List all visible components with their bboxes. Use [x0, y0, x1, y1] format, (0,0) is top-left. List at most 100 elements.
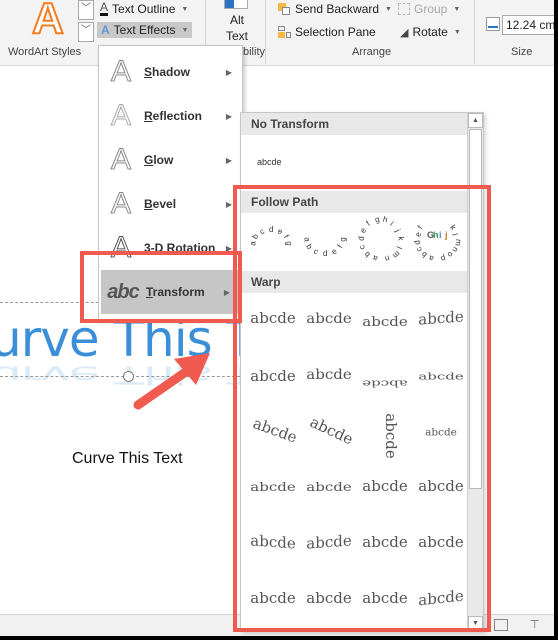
text-outline-button[interactable]: A Text Outline ▼ [100, 1, 188, 16]
warp-option[interactable]: abcde [301, 589, 357, 619]
warp-option[interactable]: abcde [370, 408, 400, 464]
path-letter: c [258, 226, 266, 237]
text-effects-icon: A [101, 23, 110, 37]
wordart-styles-group-label: WordArt Styles [8, 46, 82, 58]
warp-option[interactable]: abcde [245, 531, 301, 565]
path-letter: g [338, 237, 348, 242]
accessibility-group-label: bility [243, 46, 266, 58]
ribbon: A ﹀ ﹀ WordArt Styles A Text Outline ▼ A … [0, 0, 554, 66]
size-group-label: Size [511, 46, 533, 58]
follow-path-option-arch[interactable]: abcdefg [247, 217, 297, 267]
warp-option[interactable]: abcde [245, 480, 301, 504]
warp-option[interactable]: abcde [413, 533, 469, 563]
follow-path-option-button[interactable]: abcdefGhijklmnop [413, 213, 463, 263]
warp-heading: Warp [241, 271, 467, 293]
warp-option[interactable]: abcde [245, 367, 301, 397]
selection-pane-icon [278, 25, 291, 39]
ribbon-separator [265, 0, 266, 64]
text-effects-button[interactable]: A Text Effects ▼ [97, 22, 193, 38]
scroll-down-button[interactable]: ▼ [468, 616, 483, 631]
alt-text-label-line2: Text [226, 29, 249, 43]
send-backward-button[interactable]: Send Backward ▼ [278, 2, 392, 16]
warp-option[interactable]: abcde [301, 480, 357, 504]
path-letter: c [357, 243, 368, 251]
slide-subtitle[interactable]: Curve This Text [72, 450, 183, 468]
follow-path-option-wave-down[interactable]: abcdefg [301, 217, 351, 267]
send-backward-icon [278, 3, 291, 15]
path-letter: e [276, 226, 285, 237]
group-button[interactable]: Group ▼ [398, 2, 460, 16]
path-letter: f [364, 219, 372, 228]
wordart-style-sample[interactable]: A [31, 0, 65, 44]
menu-item-3d-rotation[interactable]: A 3-D Rotation ▶ [99, 226, 242, 270]
menu-item-glow[interactable]: A Glow ▶ [99, 138, 242, 182]
slideshow-icon[interactable]: ⊤ [530, 618, 540, 631]
warp-option[interactable]: abcde [245, 589, 301, 619]
menu-item-label: 3-D Rotation [144, 241, 216, 255]
warp-option[interactable]: abcde [413, 586, 469, 622]
path-letter: d [356, 236, 366, 241]
warp-option[interactable]: abcde [357, 477, 413, 507]
warp-option[interactable]: abcde [413, 307, 469, 341]
transform-gallery: No Transform abcde Follow Path abcdefgab… [240, 112, 484, 632]
alt-text-label-line1: Alt [230, 13, 245, 27]
reading-view-icon[interactable] [494, 619, 508, 631]
alt-text-button[interactable]: Alt Text [226, 12, 248, 44]
rotate-button[interactable]: ◢ Rotate ▼ [400, 25, 461, 39]
gallery-scroll-down-button[interactable]: ﹀ [78, 0, 94, 20]
follow-path-option-circle[interactable]: abcdefghijklmn [357, 213, 407, 263]
ribbon-separator [474, 0, 475, 64]
path-letter: k [448, 223, 458, 232]
warp-option[interactable]: abcde [357, 589, 413, 619]
path-letter: j [393, 227, 402, 234]
menu-item-label: eflection [152, 109, 203, 123]
warp-option[interactable]: abcde [301, 531, 357, 565]
menu-item-bevel[interactable]: A Bevel ▶ [99, 182, 242, 226]
path-letter: b [250, 232, 261, 241]
path-letter: d [412, 239, 423, 245]
warp-option[interactable]: abcde [421, 426, 460, 447]
gallery-scrollbar[interactable]: ▲ ▼ [467, 113, 483, 631]
warp-option[interactable]: abcde [245, 309, 301, 339]
text-outline-label: Text Outline [112, 2, 176, 16]
warp-option[interactable]: abcde [413, 371, 469, 389]
path-letter: f [415, 224, 425, 232]
warp-option[interactable]: abcde [413, 477, 469, 507]
alt-text-icon [224, 0, 248, 9]
warp-option[interactable]: abcde [297, 411, 360, 462]
warp-option[interactable]: abcde [357, 533, 413, 563]
submenu-arrow-icon: ▶ [225, 243, 232, 253]
path-letter: b [304, 242, 315, 251]
arrow-shaft [133, 364, 195, 410]
warp-option[interactable]: abcde [357, 371, 413, 389]
warp-option[interactable]: abcde [357, 314, 413, 340]
bevel-icon: A [110, 187, 131, 221]
menu-item-shadow[interactable]: A Shadow ▶ [99, 50, 242, 94]
path-letter: b [362, 249, 373, 259]
no-transform-option[interactable]: abcde [257, 157, 282, 167]
submenu-arrow-icon: ▶ [225, 199, 232, 209]
text-effects-label: Text Effects [113, 23, 176, 37]
warp-option[interactable]: abcde [242, 412, 305, 459]
gallery-more-button[interactable]: ﹀ [78, 22, 94, 42]
menu-item-label: low [153, 153, 174, 167]
path-letter: d [269, 225, 274, 234]
path-letter: p [439, 253, 447, 264]
menu-item-reflection[interactable]: A Reflection ▶ [99, 94, 242, 138]
shape-width-input[interactable]: 12.24 cm [502, 15, 554, 35]
scroll-up-button[interactable]: ▲ [468, 113, 483, 128]
warp-option[interactable]: abcde [301, 311, 357, 338]
selection-pane-label: Selection Pane [295, 25, 376, 39]
path-letter: c [312, 246, 320, 257]
accel-key: G [144, 153, 154, 167]
warp-option[interactable]: abcde [301, 367, 357, 394]
path-letter: e [358, 226, 369, 235]
selection-pane-button[interactable]: Selection Pane [278, 25, 376, 39]
path-letter: h [433, 230, 439, 240]
rotate-icon: ◢ [400, 26, 409, 39]
menu-item-transform[interactable]: abc Transform ▶ [101, 270, 240, 314]
menu-item-label: hadow [152, 65, 191, 79]
3d-rotation-icon: A [110, 231, 131, 265]
scroll-thumb[interactable] [469, 129, 482, 489]
path-letter: a [302, 237, 312, 242]
